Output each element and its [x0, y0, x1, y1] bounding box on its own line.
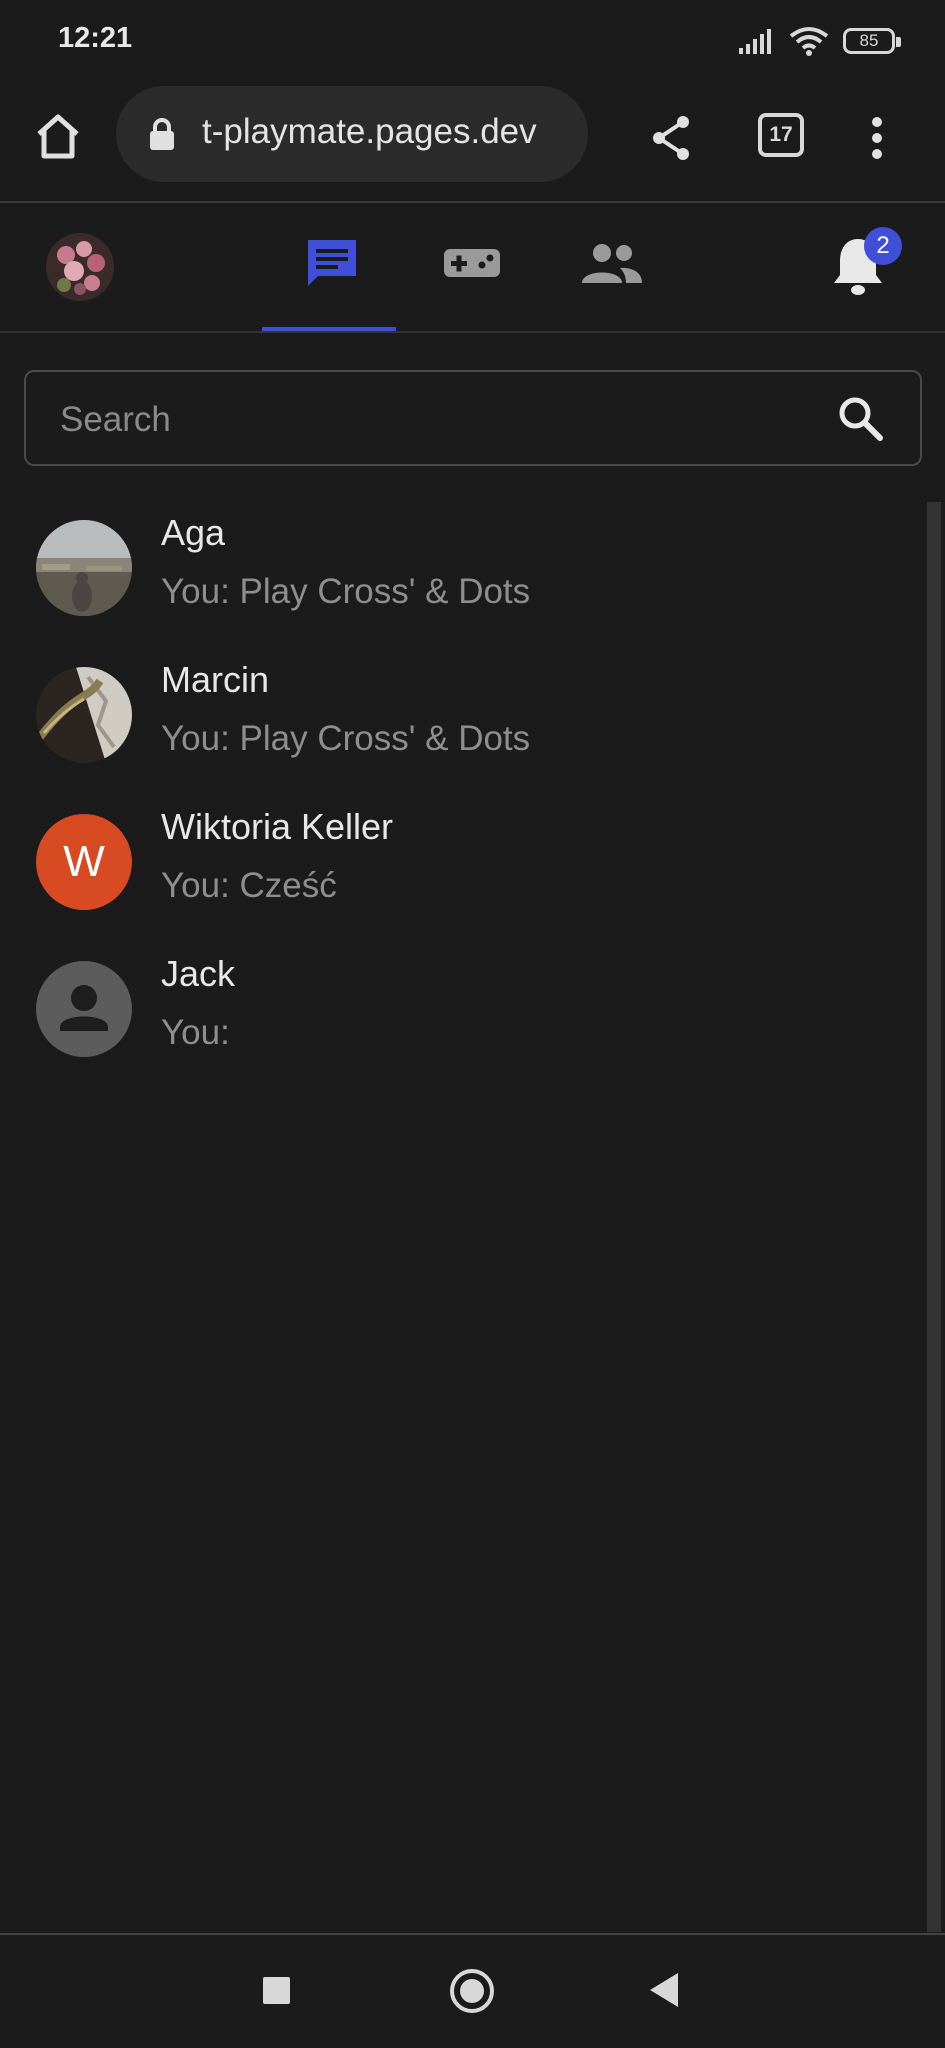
conversation-preview: You: Play Cross' & Dots	[161, 719, 531, 758]
battery-icon: 85	[843, 28, 901, 54]
profile-photo	[46, 233, 114, 301]
url-text: t-playmate.pages.dev	[202, 112, 537, 151]
conversation-preview: You: Cześć	[161, 866, 337, 905]
chat-icon	[308, 240, 356, 286]
battery-level: 85	[859, 31, 879, 50]
gamepad-icon	[444, 249, 500, 277]
person-icon	[60, 985, 108, 1031]
notification-badge: 2	[864, 227, 902, 265]
status-icons: 85	[739, 26, 901, 56]
divider	[0, 331, 945, 333]
home-button[interactable]	[28, 106, 88, 166]
conversation-preview: You:	[161, 1013, 230, 1052]
signal-icon	[739, 29, 771, 54]
avatar	[36, 961, 132, 1057]
wifi-icon	[789, 27, 829, 56]
search-field[interactable]	[24, 370, 922, 466]
status-bar: 12:21 85	[0, 0, 945, 84]
conversation-name: Jack	[161, 953, 236, 994]
home-icon	[37, 114, 79, 159]
search-input[interactable]	[58, 394, 822, 446]
conversation-item-aga[interactable]: Aga You: Play Cross' & Dots	[0, 500, 925, 647]
avatar-photo	[36, 520, 132, 616]
conversation-item-wiktoria-keller[interactable]: W Wiktoria Keller You: Cześć	[0, 794, 925, 941]
app-navigation: 2	[0, 203, 945, 332]
share-button[interactable]	[642, 108, 702, 168]
browser-menu-button[interactable]	[862, 108, 892, 168]
notifications-button[interactable]: 2	[830, 227, 902, 303]
tab-switcher-button[interactable]: 17	[758, 113, 804, 157]
conversation-name: Wiktoria Keller	[161, 806, 394, 847]
avatar	[36, 667, 132, 763]
avatar-initial: W	[63, 837, 105, 886]
profile-avatar[interactable]	[46, 233, 114, 301]
people-icon	[582, 244, 642, 283]
tab-friends[interactable]	[572, 231, 652, 295]
tab-chats[interactable]	[292, 231, 372, 295]
conversation-list: Aga You: Play Cross' & Dots Marcin You: …	[0, 500, 925, 1088]
scrollbar[interactable]	[927, 502, 941, 1932]
conversation-name: Marcin	[161, 659, 270, 700]
status-time: 12:21	[58, 22, 133, 54]
share-icon	[653, 116, 689, 160]
system-navigation-bar	[0, 1935, 945, 2048]
home-system-button[interactable]	[450, 1969, 494, 2013]
conversation-name: Aga	[161, 512, 226, 553]
avatar: W	[36, 814, 132, 910]
address-bar[interactable]: t-playmate.pages.dev	[116, 86, 588, 182]
browser-toolbar: t-playmate.pages.dev 17	[0, 84, 945, 202]
tab-count: 17	[769, 123, 793, 146]
conversation-preview: You: Play Cross' & Dots	[161, 572, 531, 611]
recents-button[interactable]	[263, 1977, 290, 2004]
more-vert-icon	[872, 117, 882, 159]
back-button[interactable]	[650, 1973, 678, 2007]
avatar	[36, 520, 132, 616]
lock-icon	[150, 118, 174, 150]
conversation-item-marcin[interactable]: Marcin You: Play Cross' & Dots	[0, 647, 925, 794]
avatar-photo	[36, 667, 132, 763]
conversation-item-jack[interactable]: Jack You:	[0, 941, 925, 1088]
tab-games[interactable]	[432, 231, 512, 295]
search-icon[interactable]	[836, 394, 884, 442]
